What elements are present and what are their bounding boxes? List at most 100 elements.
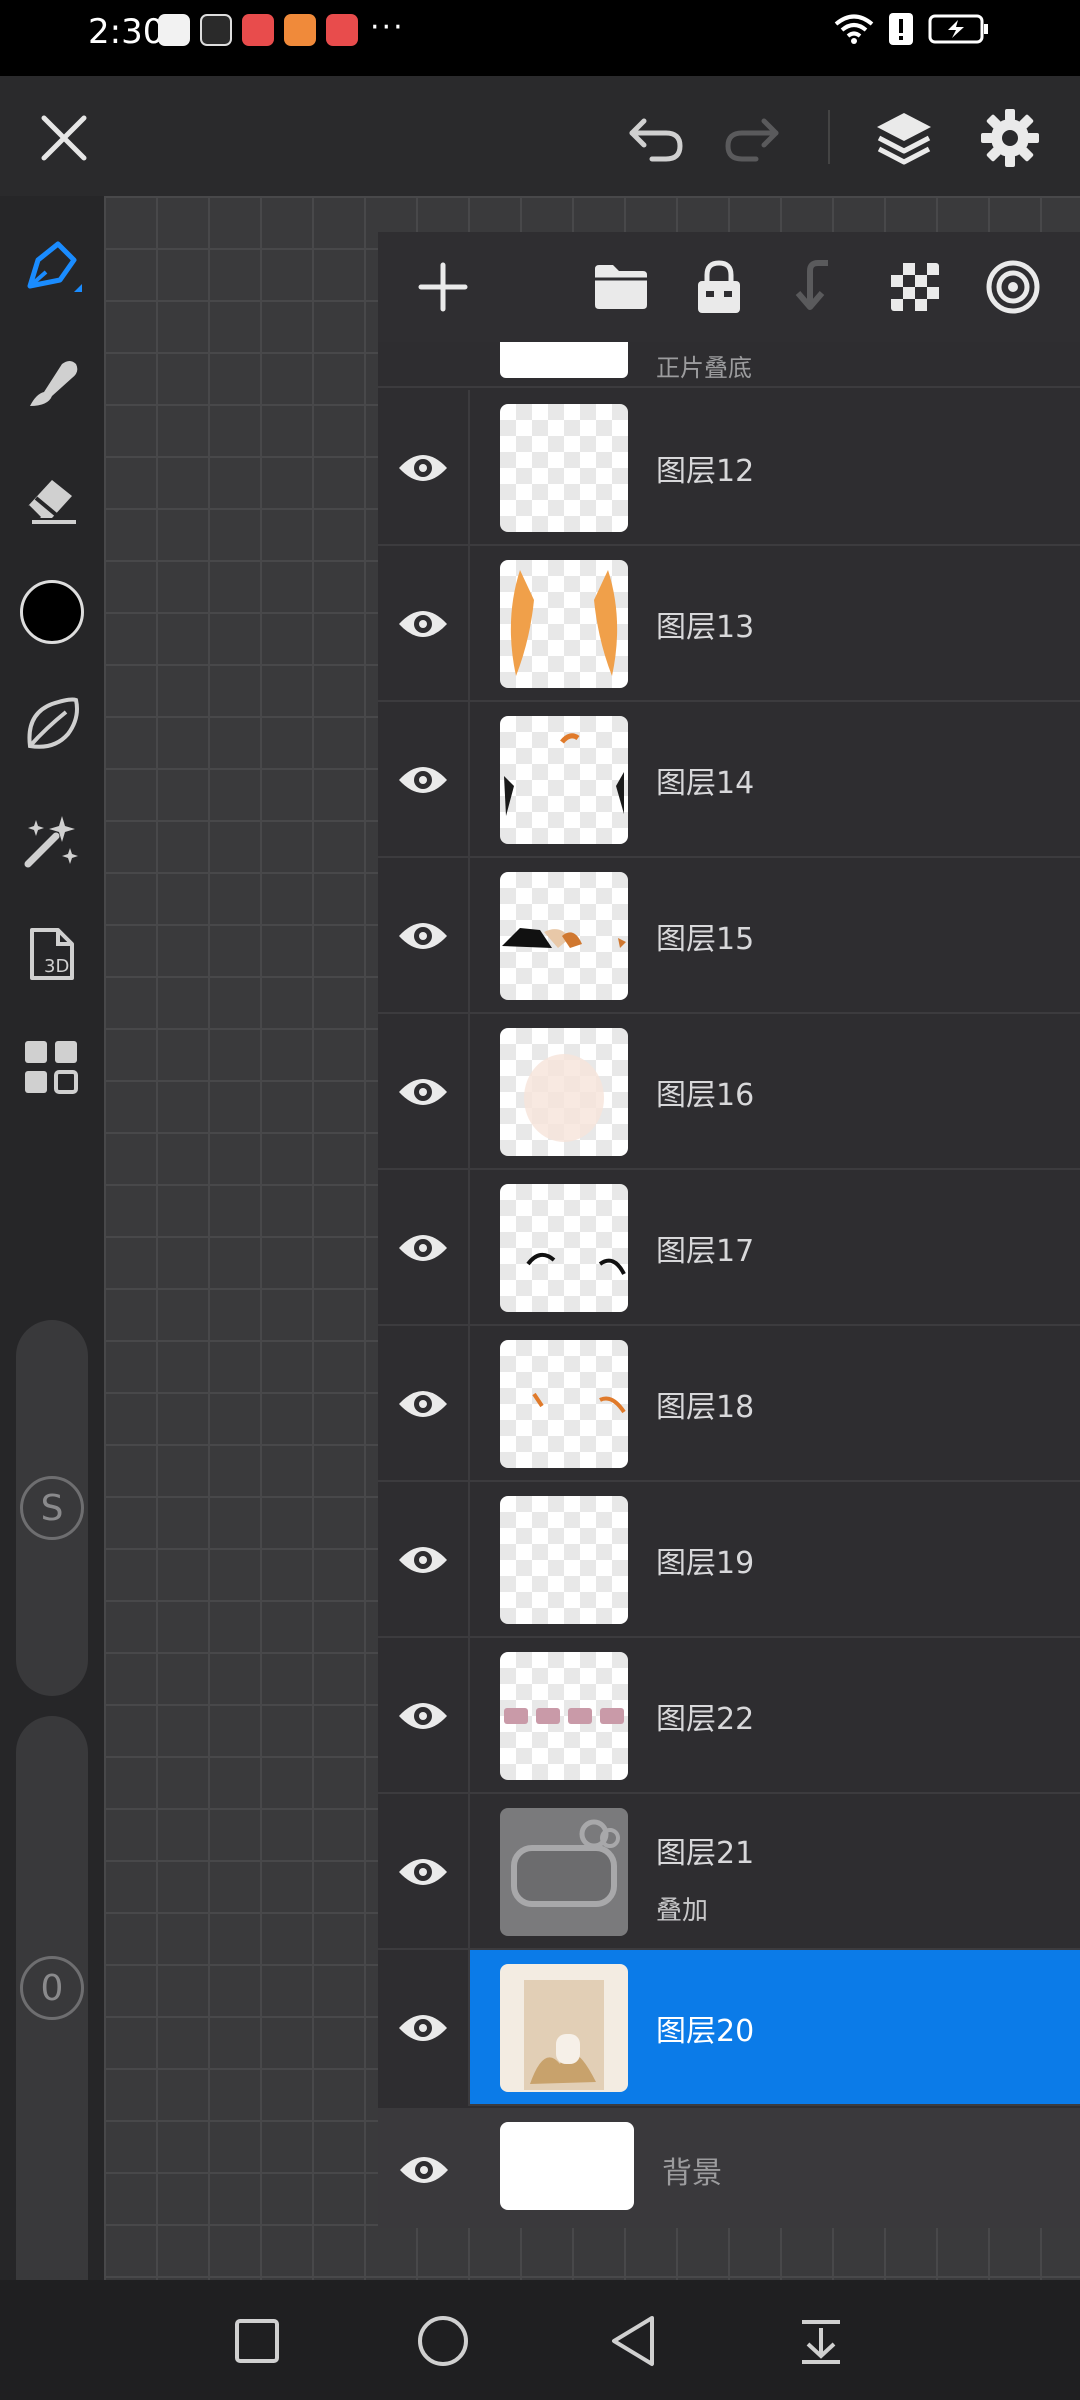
brush-tool[interactable] <box>14 230 90 306</box>
status-bar: 2:30 ··· <box>0 0 1080 76</box>
smudge-icon <box>30 361 78 406</box>
add-layer-button[interactable] <box>408 252 478 322</box>
leaf-icon <box>27 697 79 749</box>
layer-row[interactable]: 图层17 <box>378 1170 1080 1326</box>
visibility-toggle[interactable] <box>378 702 470 858</box>
layer-thumbnail <box>500 1652 628 1780</box>
layer-row[interactable]: 图层15 <box>378 858 1080 1014</box>
layers-button[interactable] <box>866 100 942 176</box>
layer-name: 图层15 <box>656 922 755 957</box>
brush-size-slider[interactable]: S <box>16 1320 88 1696</box>
group-layer-button[interactable] <box>586 252 656 322</box>
layer-row[interactable]: 图层19 <box>378 1482 1080 1638</box>
layer-thumbnail <box>500 1496 628 1624</box>
top-toolbar <box>0 76 1080 196</box>
opacity-label: 0 <box>40 1967 64 2009</box>
3d-file-icon: 3D <box>30 928 74 980</box>
visibility-toggle[interactable] <box>378 858 470 1014</box>
thumbnail-art <box>511 1819 620 1907</box>
layer-row[interactable]: 图层12 <box>378 390 1080 546</box>
layer-thumbnail <box>500 872 628 1000</box>
eye-icon <box>395 1064 451 1120</box>
settings-button[interactable] <box>972 100 1048 176</box>
visibility-toggle[interactable] <box>378 1482 470 1638</box>
reference-layer-button[interactable] <box>978 252 1048 322</box>
layer-thumbnail <box>500 1808 628 1936</box>
layer-row[interactable]: 图层18 <box>378 1326 1080 1482</box>
visibility-toggle[interactable] <box>378 1638 470 1794</box>
status-indicators <box>834 12 990 46</box>
notification-shade-button[interactable] <box>786 2306 856 2376</box>
home-button[interactable] <box>408 2306 478 2376</box>
layer-row[interactable]: 图层14 <box>378 702 1080 858</box>
undo-icon <box>629 118 683 162</box>
layer-name: 图层22 <box>656 1702 755 1737</box>
visibility-toggle[interactable] <box>378 390 470 546</box>
undo-button[interactable] <box>618 100 694 176</box>
layer-thumbnail <box>500 560 628 688</box>
back-button[interactable] <box>598 2306 668 2376</box>
magic-wand-tool[interactable] <box>14 802 90 878</box>
layer-row-selected[interactable]: 图层20 <box>378 1950 1080 2106</box>
background-layer-name: 背景 <box>662 2156 722 2191</box>
more-notifications: ··· <box>370 10 405 45</box>
thumbnail-art <box>524 1054 604 1142</box>
smudge-tool[interactable] <box>14 346 90 422</box>
notification-app-icon <box>242 14 274 46</box>
recents-button[interactable] <box>222 2306 292 2376</box>
merge-down-icon <box>795 260 828 310</box>
status-time: 2:30 <box>88 12 165 52</box>
color-picker[interactable] <box>14 574 90 650</box>
thumbnail-art <box>504 1708 624 1724</box>
folder-icon <box>595 265 647 309</box>
layer-row[interactable]: 图层16 <box>378 1014 1080 1170</box>
layer-name: 图层16 <box>656 1078 755 1113</box>
brush-library-tool[interactable] <box>14 686 90 762</box>
layer-list[interactable]: 正片叠底 图层12 图层13 图层14 图层15 图层16 图层17 图层18 … <box>378 342 1080 2228</box>
more-tools[interactable] <box>14 1030 90 1106</box>
layer-thumbnail <box>500 342 628 378</box>
layer-row[interactable]: 图层21 叠加 <box>378 1794 1080 1950</box>
visibility-toggle[interactable] <box>378 1950 470 2106</box>
layer-thumbnail <box>500 1028 628 1156</box>
visibility-toggle[interactable] <box>378 1014 470 1170</box>
3d-tool[interactable]: 3D <box>14 916 90 992</box>
layer-name: 图层19 <box>656 1546 755 1581</box>
sim-alert-icon <box>889 13 913 45</box>
thumbnail-art <box>510 570 618 676</box>
battery-charging-icon <box>928 14 988 44</box>
transparency-lock-button[interactable] <box>880 252 950 322</box>
notification-shade-icon <box>802 2320 840 2364</box>
layer-name: 图层14 <box>656 766 755 801</box>
notification-icons <box>158 14 358 46</box>
layer-row[interactable]: 图层13 <box>378 546 1080 702</box>
checkerboard-icon <box>891 263 939 311</box>
visibility-toggle[interactable] <box>378 1794 470 1950</box>
thumbnail-art <box>524 1980 604 2090</box>
close-button[interactable] <box>26 100 102 176</box>
layer-thumbnail <box>500 716 628 844</box>
opacity-slider[interactable]: 0 <box>16 1716 88 2332</box>
app-root: 2:30 ··· 3D S 0 正片叠底 图层12 图层13 图层14 图层15… <box>0 0 1080 2400</box>
background-layer-row[interactable]: 背景 <box>378 2108 1080 2228</box>
visibility-toggle[interactable] <box>378 1170 470 1326</box>
eraser-tool[interactable] <box>14 460 90 536</box>
redo-button[interactable] <box>714 100 790 176</box>
visibility-toggle[interactable] <box>378 546 470 702</box>
opacity-knob[interactable]: 0 <box>20 1956 84 2020</box>
visibility-toggle[interactable] <box>378 2108 470 2228</box>
visibility-toggle[interactable] <box>378 1326 470 1482</box>
merge-down-button[interactable] <box>782 252 852 322</box>
layer-row-partial[interactable]: 正片叠底 <box>378 342 1080 388</box>
lock-layer-button[interactable] <box>684 252 754 322</box>
blend-mode-label: 叠加 <box>656 1896 709 1926</box>
eye-icon <box>395 1376 451 1432</box>
brush-size-knob[interactable]: S <box>20 1476 84 1540</box>
plus-icon <box>418 262 468 312</box>
back-triangle-icon <box>612 2316 654 2366</box>
layer-name: 图层13 <box>656 610 755 645</box>
layer-row[interactable]: 图层22 <box>378 1638 1080 1794</box>
eye-icon <box>395 596 451 652</box>
lock-icon <box>698 260 740 313</box>
magic-wand-icon <box>24 816 78 868</box>
